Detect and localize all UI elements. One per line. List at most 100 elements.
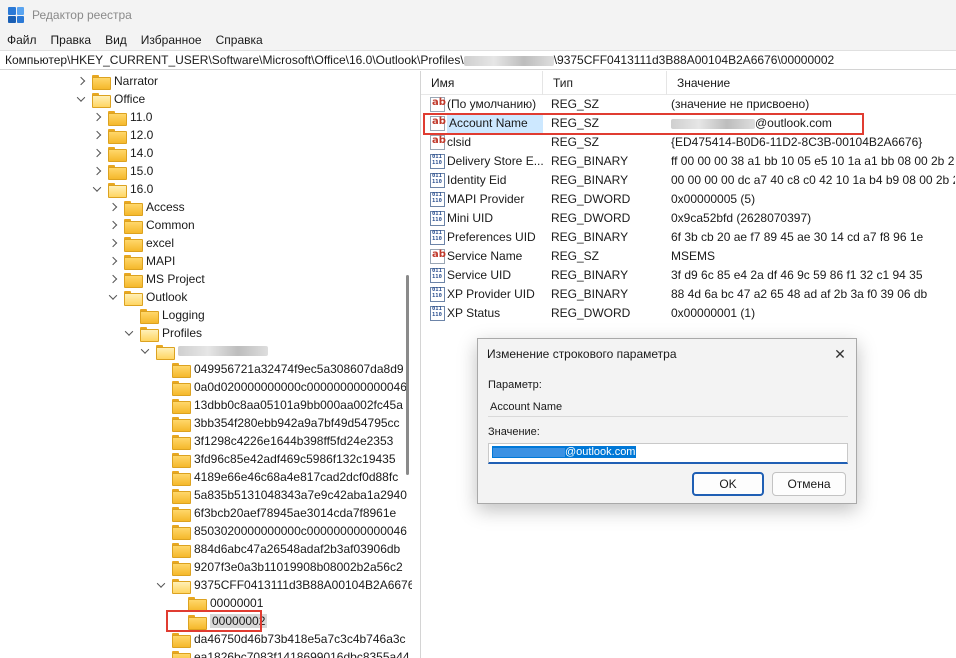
- tree-item-label: 13dbb0c8aa05101a9bb000aa002fc45a: [194, 398, 403, 412]
- folder-icon: [172, 488, 191, 504]
- tree-item-label: 884d6abc47a26548adaf2b3af03906db: [194, 542, 401, 556]
- chevron-down-icon[interactable]: [92, 184, 102, 194]
- tree-item[interactable]: 12.0: [92, 126, 153, 144]
- value-row[interactable]: Delivery Store E... REG_BINARY ff 00 00 00…: [421, 152, 956, 171]
- folder-icon: [140, 308, 159, 324]
- tree-item[interactable]: 884d6abc47a26548adaf2b3af03906db: [156, 540, 400, 558]
- tree-item[interactable]: 3bb354f280ebb942a9a7bf49d54795cc: [156, 414, 400, 432]
- tree-item[interactable]: 16.0: [92, 180, 153, 198]
- value-row[interactable]: Mini UID REG_DWORD 0x9ca52bfd (2628070397): [421, 209, 956, 228]
- registry-editor-icon: [8, 7, 24, 23]
- chevron-right-icon[interactable]: [108, 202, 118, 212]
- chevron-right-icon[interactable]: [76, 76, 86, 86]
- value-row[interactable]: Identity Eid REG_BINARY 00 00 00 00 dc a7 …: [421, 171, 956, 190]
- chevron-right-icon[interactable]: [108, 274, 118, 284]
- tree-item-label: 00000001: [210, 596, 264, 610]
- tree-item-label: 9207f3e0a3b11019908b08002b2a56c2: [194, 560, 403, 574]
- tree-item[interactable]: [140, 342, 268, 360]
- chevron-right-icon[interactable]: [108, 256, 118, 266]
- cancel-button[interactable]: Отмена: [772, 472, 846, 496]
- tree-item[interactable]: 5a835b5131048343a7e9c42aba1a2940: [156, 486, 407, 504]
- tree-item[interactable]: 049956721a32474f9ec5a308607da8d9: [156, 360, 404, 378]
- tree-item[interactable]: Office: [76, 90, 145, 108]
- value-domain-text: @outlook.com: [565, 446, 636, 458]
- column-value[interactable]: Значение: [667, 71, 956, 95]
- redacted-profile-name: [178, 346, 268, 356]
- tree-item[interactable]: Profiles: [124, 324, 202, 342]
- menu-file[interactable]: Файл: [7, 33, 37, 47]
- dialog-title: Изменение строкового параметра: [487, 347, 677, 361]
- chevron-right-icon[interactable]: [108, 238, 118, 248]
- chevron-right-icon[interactable]: [108, 220, 118, 230]
- registry-tree[interactable]: Narrator Office 11.0 12.0 14.0 15.0 16.0 Access…: [0, 71, 412, 658]
- chevron-down-icon[interactable]: [140, 346, 150, 356]
- value-row[interactable]: (По умолчанию) REG_SZ (значение не присвое…: [421, 95, 956, 114]
- tree-item[interactable]: 3fd96c85e42adf469c5986f132c19435: [156, 450, 396, 468]
- tree-item-label: 0a0d020000000000c000000000000046: [194, 380, 407, 394]
- column-name[interactable]: Имя: [421, 71, 543, 95]
- value-name: Preferences UID: [447, 230, 536, 244]
- tree-item[interactable]: MAPI: [108, 252, 175, 270]
- chevron-down-icon[interactable]: [156, 580, 166, 590]
- chevron-right-icon[interactable]: [92, 112, 102, 122]
- value-name: Identity Eid: [447, 173, 507, 187]
- tree-item[interactable]: ea1826bc7083f1418699016dbc8355a44: [156, 648, 410, 658]
- tree-item-label: Profiles: [162, 326, 203, 340]
- tree-item[interactable]: 6f3bcb20aef78945ae3014cda7f8961e: [156, 504, 396, 522]
- tree-item-label: 16.0: [130, 182, 154, 196]
- value-selected-text: @outlook.com: [492, 446, 637, 458]
- chevron-right-icon[interactable]: [92, 148, 102, 158]
- tree-item[interactable]: Outlook: [108, 288, 187, 306]
- tree-item[interactable]: 14.0: [92, 144, 153, 162]
- chevron-down-icon[interactable]: [124, 328, 134, 338]
- tree-item[interactable]: 8503020000000000c000000000000046: [156, 522, 407, 540]
- tree-item[interactable]: 15.0: [92, 162, 153, 180]
- value-row[interactable]: Preferences UID REG_BINARY 6f 3b cb 20 ae …: [421, 228, 956, 247]
- tree-item[interactable]: 11.0: [92, 108, 152, 126]
- folder-icon: [92, 74, 111, 90]
- folder-icon: [172, 380, 191, 396]
- tree-item[interactable]: Narrator: [76, 72, 158, 90]
- menu-edit[interactable]: Правка: [51, 33, 92, 47]
- tree-item[interactable]: Logging: [124, 306, 205, 324]
- folder-icon: [108, 164, 127, 180]
- menu-help[interactable]: Справка: [216, 33, 263, 47]
- menu-favorites[interactable]: Избранное: [141, 33, 202, 47]
- tree-item[interactable]: 4189e66e46c68a4e817cad2dcf0d88fc: [156, 468, 398, 486]
- chevron-right-icon[interactable]: [92, 166, 102, 176]
- binary-value-icon: [430, 306, 445, 321]
- tree-item[interactable]: da46750d46b73b418e5a7c3c4b746a3c: [156, 630, 406, 648]
- chevron-right-icon[interactable]: [92, 130, 102, 140]
- chevron-down-icon[interactable]: [108, 292, 118, 302]
- folder-icon: [172, 452, 191, 468]
- tree-item[interactable]: MS Project: [108, 270, 205, 288]
- tree-item[interactable]: 0a0d020000000000c000000000000046: [156, 378, 407, 396]
- value-input[interactable]: @outlook.com: [488, 443, 848, 464]
- tree-item[interactable]: 3f1298c4226e1644b398ff5fd24e2353: [156, 432, 393, 450]
- column-type[interactable]: Тип: [543, 71, 667, 95]
- value-row[interactable]: MAPI Provider REG_DWORD 0x00000005 (5): [421, 190, 956, 209]
- value-type: REG_SZ: [551, 135, 600, 149]
- value-row[interactable]: Service UID REG_BINARY 3f d9 6c 85 e4 2a d…: [421, 266, 956, 285]
- value-row[interactable]: Service Name REG_SZ MSEMS: [421, 247, 956, 266]
- address-bar[interactable]: Компьютер\HKEY_CURRENT_USER\Software\Mic…: [0, 50, 956, 70]
- value-data: (значение не присвоено): [671, 97, 810, 111]
- ok-button[interactable]: OK: [692, 472, 764, 496]
- tree-scrollbar[interactable]: [406, 275, 409, 475]
- menu-view[interactable]: Вид: [105, 33, 127, 47]
- value-name: clsid: [447, 135, 472, 149]
- tree-item[interactable]: Common: [108, 216, 195, 234]
- close-icon[interactable]: ✕: [832, 346, 848, 362]
- tree-item[interactable]: 9375CFF0413111d3B88A00104B2A6676: [156, 576, 412, 594]
- tree-item[interactable]: Access: [108, 198, 185, 216]
- value-row[interactable]: clsid REG_SZ {ED475414-B0D6-11D2-8C3B-0010…: [421, 133, 956, 152]
- chevron-down-icon[interactable]: [76, 94, 86, 104]
- tree-item[interactable]: excel: [108, 234, 174, 252]
- value-row[interactable]: XP Provider UID REG_BINARY 88 4d 6a bc 47 …: [421, 285, 956, 304]
- tree-item[interactable]: 9207f3e0a3b11019908b08002b2a56c2: [156, 558, 403, 576]
- tree-item[interactable]: 13dbb0c8aa05101a9bb000aa002fc45a: [156, 396, 403, 414]
- value-row[interactable]: XP Status REG_DWORD 0x00000001 (1): [421, 304, 956, 323]
